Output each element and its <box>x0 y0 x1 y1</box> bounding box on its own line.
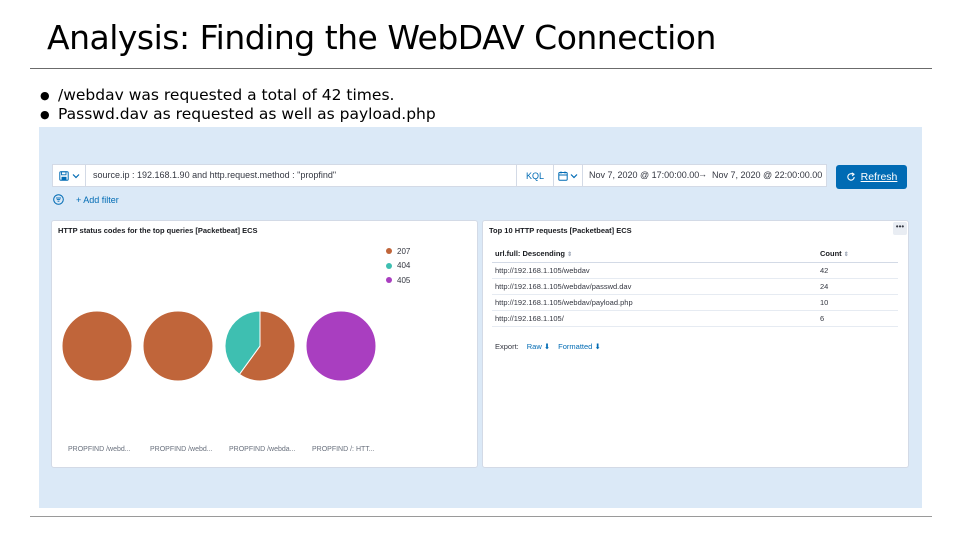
time-picker[interactable]: Nov 7, 2020 @ 17:00:00.00 → Nov 7, 2020 … <box>553 164 827 187</box>
title-divider <box>30 68 932 69</box>
export-label: Export: <box>495 342 519 351</box>
sort-icon[interactable]: ⇕ <box>844 252 849 258</box>
bullet-item: /webdav was requested a total of 42 time… <box>40 86 436 105</box>
filter-icon[interactable] <box>53 194 64 205</box>
saved-query-button[interactable] <box>53 165 86 186</box>
pie-label: PROPFIND /: HTT... <box>312 446 375 453</box>
export-formatted-link[interactable]: Formatted ⬇ <box>558 342 601 351</box>
count-cell: 6 <box>817 310 898 327</box>
query-input[interactable]: source.ip : 192.168.1.90 and http.reques… <box>93 170 336 180</box>
time-start[interactable]: Nov 7, 2020 @ 17:00:00.00 <box>589 170 699 180</box>
kql-toggle[interactable]: KQL <box>516 165 553 186</box>
table-header-row: url.full: Descending ⇕ Count ⇕ <box>492 245 898 263</box>
kibana-screenshot: source.ip : 192.168.1.90 and http.reques… <box>39 127 922 508</box>
chevron-down-icon <box>72 173 79 178</box>
export-row: Export: Raw ⬇ Formatted ⬇ <box>495 342 601 351</box>
save-icon <box>58 170 69 181</box>
url-cell: http://192.168.1.105/webdav/payload.php <box>492 294 817 311</box>
time-end[interactable]: Nov 7, 2020 @ 22:00:00.00 <box>712 170 822 180</box>
pie-slice-207[interactable] <box>61 310 133 382</box>
panel-options-icon[interactable]: ••• <box>893 222 907 235</box>
count-cell: 10 <box>817 294 898 311</box>
table-row: http://192.168.1.105/webdav/payload.php … <box>492 294 898 311</box>
status-codes-panel: HTTP status codes for the top queries [P… <box>51 220 478 468</box>
export-raw-link[interactable]: Raw ⬇ <box>527 342 550 351</box>
quick-select-button[interactable] <box>554 165 583 186</box>
bullet-list: /webdav was requested a total of 42 time… <box>40 86 436 124</box>
arrow-right-icon: → <box>698 169 707 179</box>
requests-table: url.full: Descending ⇕ Count ⇕ http://19… <box>492 245 898 327</box>
url-cell: http://192.168.1.105/ <box>492 310 817 327</box>
table-row: http://192.168.1.105/ 6 <box>492 310 898 327</box>
count-cell: 24 <box>817 278 898 295</box>
add-filter-button[interactable]: + Add filter <box>76 195 119 205</box>
panel-title: Top 10 HTTP requests [Packetbeat] ECS <box>489 226 632 235</box>
count-cell: 42 <box>817 262 898 279</box>
url-cell: http://192.168.1.105/webdav/passwd.dav <box>492 278 817 295</box>
slide-title: Analysis: Finding the WebDAV Connection <box>47 18 716 57</box>
pie-slice-207[interactable] <box>142 310 214 382</box>
pie-slice-405[interactable] <box>305 310 377 382</box>
refresh-label: Refresh <box>860 171 898 183</box>
pie-charts <box>61 310 377 382</box>
filter-row: + Add filter <box>53 194 119 205</box>
pie-label: PROPFIND /webd... <box>150 446 213 453</box>
url-cell: http://192.168.1.105/webdav <box>492 262 817 279</box>
refresh-icon <box>846 172 855 181</box>
query-bar[interactable]: source.ip : 192.168.1.90 and http.reques… <box>52 164 554 187</box>
table-row: http://192.168.1.105/webdav/passwd.dav 2… <box>492 278 898 295</box>
pie-label: PROPFIND /webd... <box>68 446 131 453</box>
pie-label: PROPFIND /webda... <box>229 446 296 453</box>
column-header-count[interactable]: Count ⇕ <box>817 245 898 263</box>
column-header-url[interactable]: url.full: Descending ⇕ <box>492 245 817 263</box>
calendar-icon <box>558 171 568 181</box>
download-icon: ⬇ <box>543 342 551 351</box>
download-icon: ⬇ <box>594 342 601 351</box>
footer-divider <box>30 516 932 517</box>
refresh-button[interactable]: Refresh <box>836 165 907 189</box>
sort-icon[interactable]: ⇕ <box>567 252 572 258</box>
top-requests-panel: Top 10 HTTP requests [Packetbeat] ECS ••… <box>482 220 909 468</box>
table-row: http://192.168.1.105/webdav 42 <box>492 262 898 279</box>
chevron-down-icon <box>570 173 578 178</box>
bullet-item: Passwd.dav as requested as well as paylo… <box>40 105 436 124</box>
